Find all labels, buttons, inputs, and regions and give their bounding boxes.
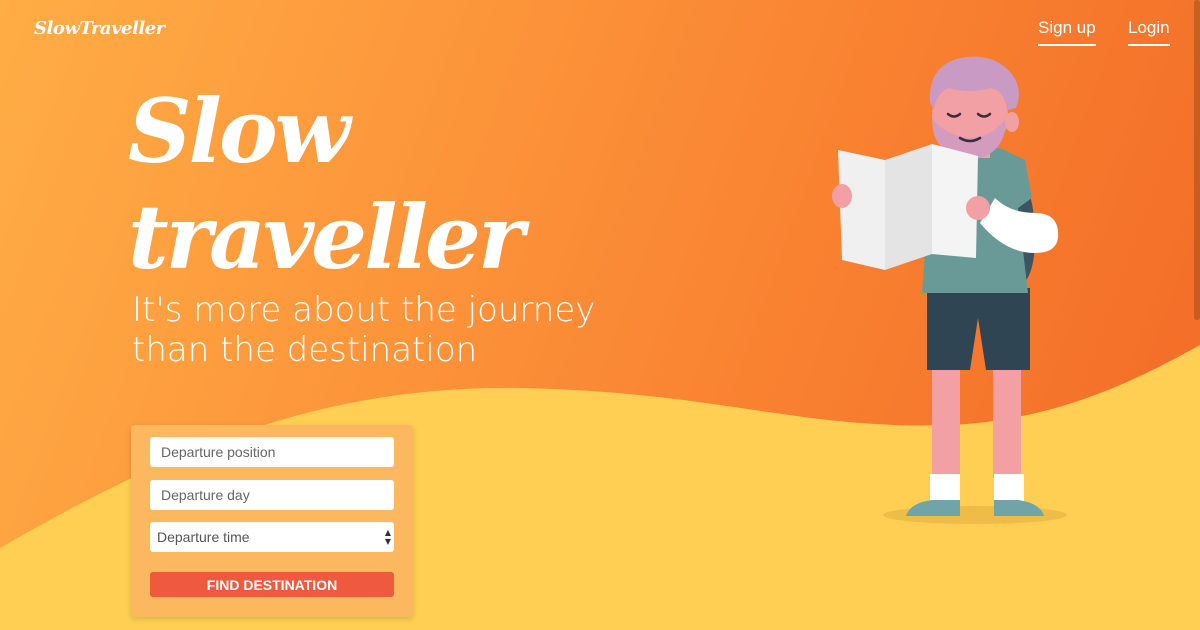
- hero-title-line-2: traveller: [128, 185, 524, 289]
- departure-time-selected-value: Departure time: [157, 529, 250, 545]
- left-leg: [932, 366, 960, 478]
- shorts: [927, 288, 1030, 370]
- hero-subtitle-line-2: than the destination: [132, 330, 478, 370]
- right-sock: [994, 474, 1024, 504]
- signup-link[interactable]: Sign up: [1038, 18, 1096, 46]
- ear: [1005, 112, 1019, 132]
- page-scrollbar[interactable]: [1194, 0, 1200, 320]
- hero-subtitle: It's more about the journey than the des…: [132, 290, 692, 370]
- left-sock: [930, 474, 960, 504]
- departure-day-input[interactable]: [150, 480, 394, 510]
- updown-chevron-icon: ▲ ▼: [384, 528, 391, 546]
- left-hand: [832, 184, 852, 208]
- brand-logo[interactable]: SlowTraveller: [34, 18, 165, 39]
- search-form: Departure time ▲▼ FIND DESTINATION: [131, 425, 413, 617]
- login-link[interactable]: Login: [1128, 18, 1170, 46]
- hero-title-line-1: Slow: [128, 79, 350, 183]
- departure-position-input[interactable]: [150, 437, 394, 467]
- departure-time-select[interactable]: Departure time ▲ ▼: [150, 522, 394, 552]
- right-sandal: [994, 500, 1044, 516]
- hero-subtitle-line-1: It's more about the journey: [132, 290, 596, 330]
- hero-section: SlowTraveller Sign up Login Slow travell…: [0, 0, 1200, 630]
- map-middle-panel: [885, 144, 932, 270]
- traveller-illustration: [832, 56, 1067, 524]
- right-hand: [966, 196, 990, 220]
- map-left-panel: [838, 150, 885, 270]
- find-destination-button[interactable]: FIND DESTINATION: [150, 572, 394, 597]
- hero-title: Slow traveller: [128, 78, 524, 290]
- left-sandal: [906, 500, 960, 516]
- right-leg: [993, 366, 1021, 478]
